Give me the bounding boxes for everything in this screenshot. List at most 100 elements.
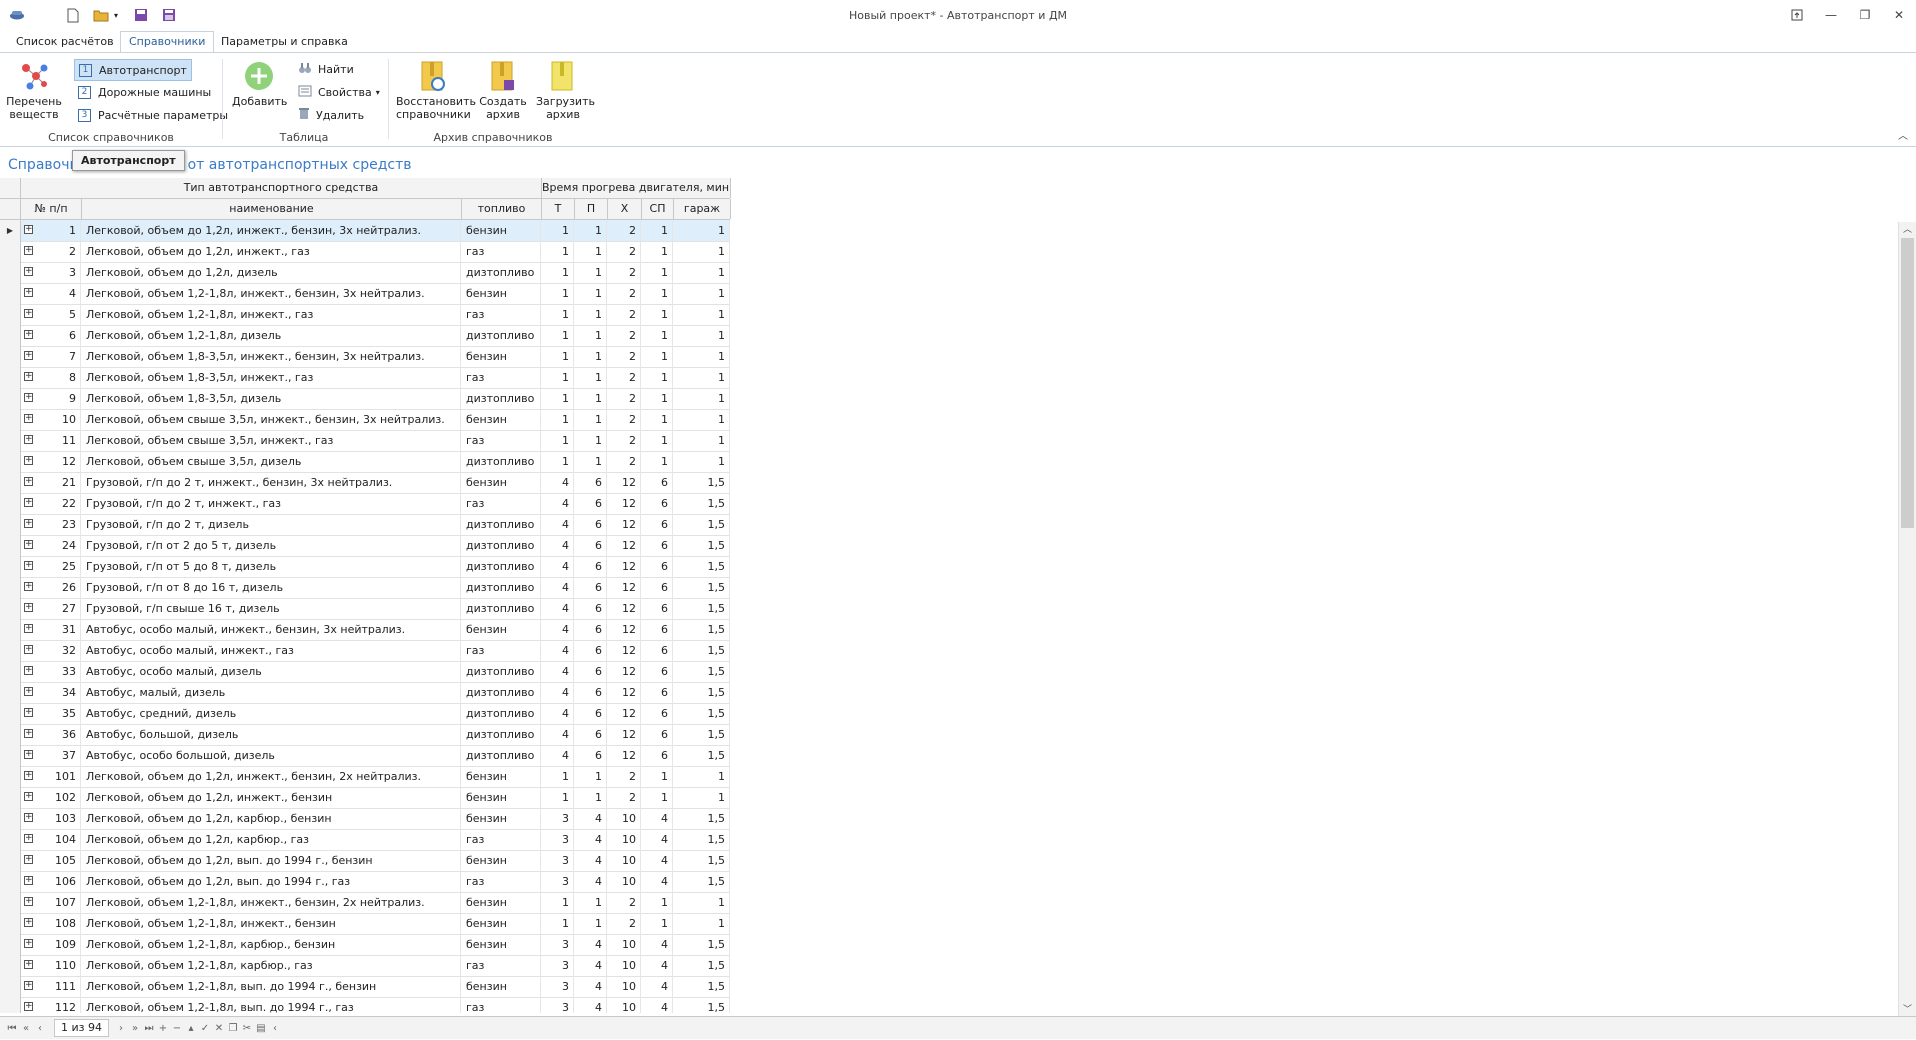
cell-t[interactable]: 1 <box>542 892 574 913</box>
row-indicator[interactable] <box>0 619 21 640</box>
row-indicator[interactable] <box>0 409 21 430</box>
cell-fuel[interactable]: газ <box>462 241 541 262</box>
find-button[interactable]: Найти <box>294 59 358 79</box>
col-header-x[interactable]: Х <box>608 199 642 219</box>
cell-x[interactable]: 12 <box>608 640 641 661</box>
list-item-calc-params[interactable]: 3 Расчётные параметры <box>74 105 232 125</box>
table-row[interactable]: 24 Грузовой, г/п от 2 до 5 т, дизель дизто… <box>0 535 730 557</box>
cell-sp[interactable]: 6 <box>642 472 673 493</box>
delete-button[interactable]: Удалить <box>294 105 368 125</box>
cell-garage[interactable]: 1,5 <box>674 934 730 955</box>
cell-name[interactable]: Легковой, объем 1,2-1,8л, карбюр., газ <box>82 955 461 976</box>
cell-garage[interactable]: 1,5 <box>674 997 730 1013</box>
cell-p[interactable]: 6 <box>575 514 607 535</box>
cell-garage[interactable]: 1,5 <box>674 598 730 619</box>
list-item-road-machines[interactable]: 2 Дорожные машины <box>74 82 215 102</box>
expand-row-icon[interactable]: + <box>24 519 33 528</box>
row-indicator[interactable] <box>0 304 21 325</box>
row-indicator[interactable] <box>0 850 21 871</box>
cell-garage[interactable]: 1,5 <box>674 955 730 976</box>
cell-t[interactable]: 1 <box>542 430 574 451</box>
table-row[interactable]: 31 Автобус, особо малый, инжект., бензин,… <box>0 619 730 641</box>
cell-sp[interactable]: 1 <box>642 283 673 304</box>
table-row[interactable]: 11 Легковой, объем свыше 3,5л, инжект., г… <box>0 430 730 452</box>
expand-row-icon[interactable]: + <box>24 393 33 402</box>
table-row[interactable]: 105 Легковой, объем до 1,2л, вып. до 1994… <box>0 850 730 872</box>
cell-fuel[interactable]: газ <box>462 493 541 514</box>
cell-t[interactable]: 3 <box>542 976 574 997</box>
cell-p[interactable]: 6 <box>575 703 607 724</box>
expand-row-icon[interactable]: + <box>24 267 33 276</box>
cell-t[interactable]: 3 <box>542 829 574 850</box>
expand-row-icon[interactable]: + <box>24 582 33 591</box>
col-header-garage[interactable]: гараж <box>674 199 731 219</box>
table-row[interactable]: 102 Легковой, объем до 1,2л, инжект., бен… <box>0 787 730 809</box>
cell-garage[interactable]: 1 <box>674 409 730 430</box>
cell-garage[interactable]: 1,5 <box>674 829 730 850</box>
cell-x[interactable]: 2 <box>608 241 641 262</box>
expand-row-icon[interactable]: + <box>24 1002 33 1011</box>
cell-fuel[interactable]: дизтопливо <box>462 556 541 577</box>
cell-garage[interactable]: 1 <box>674 787 730 808</box>
row-indicator[interactable] <box>0 829 21 850</box>
cell-p[interactable]: 1 <box>575 346 607 367</box>
cell-p[interactable]: 6 <box>575 724 607 745</box>
cell-x[interactable]: 12 <box>608 703 641 724</box>
cell-name[interactable]: Легковой, объем 1,8-3,5л, инжект., бензи… <box>82 346 461 367</box>
cell-sp[interactable]: 1 <box>642 451 673 472</box>
cell-t[interactable]: 4 <box>542 598 574 619</box>
cell-name[interactable]: Легковой, объем 1,2-1,8л, карбюр., бензи… <box>82 934 461 955</box>
expand-row-icon[interactable]: + <box>24 624 33 633</box>
cell-garage[interactable]: 1 <box>674 262 730 283</box>
cell-name[interactable]: Автобус, большой, дизель <box>82 724 461 745</box>
expand-row-icon[interactable]: + <box>24 834 33 843</box>
cell-sp[interactable]: 6 <box>642 556 673 577</box>
expand-row-icon[interactable]: + <box>24 603 33 612</box>
cell-sp[interactable]: 6 <box>642 493 673 514</box>
cell-name[interactable]: Легковой, объем до 1,2л, карбюр., бензин <box>82 808 461 829</box>
cell-sp[interactable]: 6 <box>642 535 673 556</box>
cell-garage[interactable]: 1,5 <box>674 703 730 724</box>
row-indicator[interactable] <box>0 787 21 808</box>
properties-button[interactable]: Свойства ▾ <box>294 82 384 102</box>
cell-t[interactable]: 4 <box>542 640 574 661</box>
table-row[interactable]: 32 Автобус, особо малый, инжект., газ газ 4… <box>0 640 730 662</box>
cell-sp[interactable]: 4 <box>642 808 673 829</box>
cell-fuel[interactable]: газ <box>462 871 541 892</box>
row-indicator[interactable] <box>0 682 21 703</box>
add-button[interactable]: Добавить <box>232 59 287 108</box>
cell-garage[interactable]: 1,5 <box>674 535 730 556</box>
expand-row-icon[interactable]: + <box>24 876 33 885</box>
minimize-icon[interactable]: — <box>1814 4 1848 26</box>
cell-sp[interactable]: 1 <box>642 913 673 934</box>
cell-garage[interactable]: 1 <box>674 220 730 241</box>
expand-row-icon[interactable]: + <box>24 309 33 318</box>
cell-t[interactable]: 3 <box>542 808 574 829</box>
cell-fuel[interactable]: дизтопливо <box>462 262 541 283</box>
cell-sp[interactable]: 6 <box>642 619 673 640</box>
band-warmup-time[interactable]: Время прогрева двигателя, мин. <box>542 178 731 198</box>
cell-sp[interactable]: 1 <box>642 409 673 430</box>
row-indicator[interactable] <box>0 598 21 619</box>
cell-garage[interactable]: 1 <box>674 766 730 787</box>
cell-t[interactable]: 4 <box>542 745 574 766</box>
table-row[interactable]: 21 Грузовой, г/п до 2 т, инжект., бензин,… <box>0 472 730 494</box>
cell-sp[interactable]: 4 <box>642 871 673 892</box>
cell-garage[interactable]: 1 <box>674 325 730 346</box>
cell-x[interactable]: 2 <box>608 325 641 346</box>
row-indicator[interactable] <box>0 724 21 745</box>
cell-garage[interactable]: 1 <box>674 304 730 325</box>
table-row[interactable]: 7 Легковой, объем 1,8-3,5л, инжект., бенз… <box>0 346 730 368</box>
row-indicator[interactable] <box>0 283 21 304</box>
cell-x[interactable]: 10 <box>608 829 641 850</box>
cell-p[interactable]: 1 <box>575 304 607 325</box>
row-indicator[interactable] <box>0 577 21 598</box>
cell-fuel[interactable]: бензин <box>462 976 541 997</box>
cancel-edit-icon[interactable]: ✕ <box>213 1023 225 1034</box>
cell-fuel[interactable]: дизтопливо <box>462 598 541 619</box>
cell-name[interactable]: Легковой, объем до 1,2л, карбюр., газ <box>82 829 461 850</box>
cell-sp[interactable]: 6 <box>642 724 673 745</box>
row-indicator[interactable] <box>0 913 21 934</box>
cell-name[interactable]: Легковой, объем 1,2-1,8л, дизель <box>82 325 461 346</box>
cell-fuel[interactable]: дизтопливо <box>462 577 541 598</box>
